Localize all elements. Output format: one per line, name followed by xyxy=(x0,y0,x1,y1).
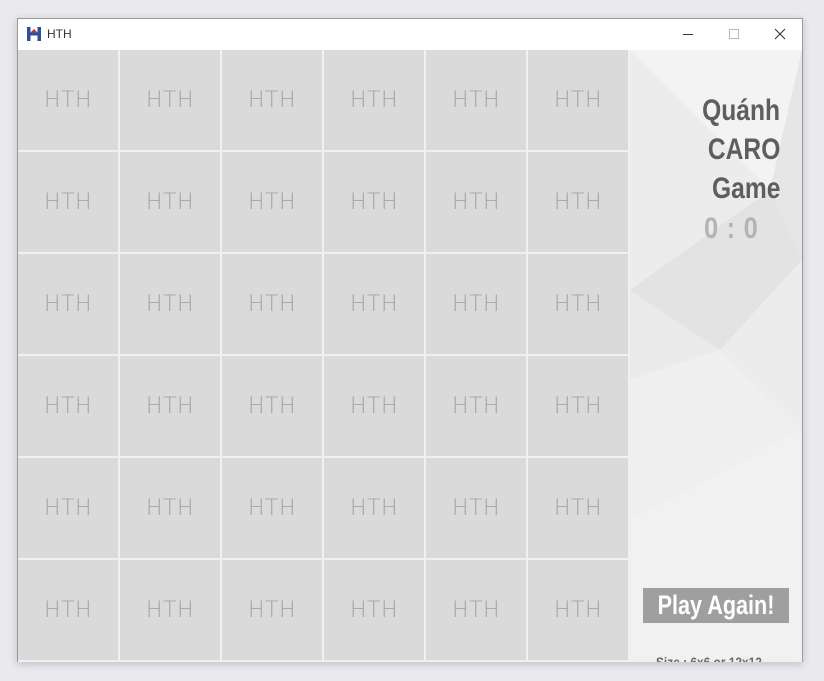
board-cell-r1-c3[interactable]: HTH xyxy=(222,50,322,150)
board-cell-r6-c3[interactable]: HTH xyxy=(222,560,322,660)
size-or: or xyxy=(713,654,726,662)
maximize-button[interactable] xyxy=(711,19,757,50)
close-icon xyxy=(774,25,786,44)
size-prefix: Size : xyxy=(656,654,688,662)
window-title: HTH xyxy=(47,27,72,41)
board-cell-r1-c2[interactable]: HTH xyxy=(120,50,220,150)
board-cell-r5-c5[interactable]: HTH xyxy=(426,458,526,558)
board-cell-r5-c6[interactable]: HTH xyxy=(528,458,628,558)
maximize-icon xyxy=(728,25,740,44)
board-cell-r3-c4[interactable]: HTH xyxy=(324,254,424,354)
board-cell-r5-c2[interactable]: HTH xyxy=(120,458,220,558)
score-display: 0 : 0 xyxy=(704,212,758,246)
score-separator: : xyxy=(726,212,736,245)
board-cell-r5-c1[interactable]: HTH xyxy=(18,458,118,558)
board-cell-r4-c2[interactable]: HTH xyxy=(120,356,220,456)
board-cell-r4-c3[interactable]: HTH xyxy=(222,356,322,456)
board-cell-r3-c2[interactable]: HTH xyxy=(120,254,220,354)
side-panel: Quánh CARO Game 0 : 0 Play Again! Size :… xyxy=(630,50,802,662)
board-cell-r1-c5[interactable]: HTH xyxy=(426,50,526,150)
board-cell-r6-c2[interactable]: HTH xyxy=(120,560,220,660)
board-cell-r2-c4[interactable]: HTH xyxy=(324,152,424,252)
minimize-button[interactable] xyxy=(665,19,711,50)
close-button[interactable] xyxy=(757,19,803,50)
player1-score: 0 xyxy=(704,212,719,245)
board-cell-r4-c4[interactable]: HTH xyxy=(324,356,424,456)
board-cell-r5-c4[interactable]: HTH xyxy=(324,458,424,558)
play-again-button[interactable]: Play Again! xyxy=(643,588,789,623)
board-cell-r1-c1[interactable]: HTH xyxy=(18,50,118,150)
play-again-label: Play Again! xyxy=(657,590,775,620)
game-title-line-2: CARO xyxy=(707,133,780,166)
board-cell-r1-c6[interactable]: HTH xyxy=(528,50,628,150)
size-option-12x12[interactable]: 12x12 xyxy=(729,654,762,662)
board-cell-r6-c6[interactable]: HTH xyxy=(528,560,628,660)
board-cell-r3-c5[interactable]: HTH xyxy=(426,254,526,354)
board-cell-r3-c3[interactable]: HTH xyxy=(222,254,322,354)
hth-logo-icon xyxy=(26,26,42,42)
board-cell-r4-c5[interactable]: HTH xyxy=(426,356,526,456)
board-cell-r4-c6[interactable]: HTH xyxy=(528,356,628,456)
game-title-line-3: Game xyxy=(711,172,780,205)
board-cell-r6-c5[interactable]: HTH xyxy=(426,560,526,660)
game-window: HTH HTH HTH HTH HTH HTH HTH HTH HTH HTH HTH HTH HTH… xyxy=(17,18,803,662)
board-cell-r1-c4[interactable]: HTH xyxy=(324,50,424,150)
minimize-icon xyxy=(682,25,694,44)
board-cell-r5-c3[interactable]: HTH xyxy=(222,458,322,558)
game-title-line-1: Quánh xyxy=(702,94,780,127)
board-cell-r2-c1[interactable]: HTH xyxy=(18,152,118,252)
size-option-6x6[interactable]: 6x6 xyxy=(690,654,710,662)
board-cell-r6-c1[interactable]: HTH xyxy=(18,560,118,660)
board-size-info: Size : 6x6 or 12x12 xyxy=(656,654,762,662)
game-board: HTH HTH HTH HTH HTH HTH HTH HTH HTH HTH HTH HTH HTH H… xyxy=(18,50,630,662)
board-cell-r2-c2[interactable]: HTH xyxy=(120,152,220,252)
board-cell-r6-c4[interactable]: HTH xyxy=(324,560,424,660)
board-cell-r4-c1[interactable]: HTH xyxy=(18,356,118,456)
title-bar[interactable]: HTH xyxy=(18,19,802,50)
board-cell-r2-c5[interactable]: HTH xyxy=(426,152,526,252)
board-cell-r2-c3[interactable]: HTH xyxy=(222,152,322,252)
board-cell-r2-c6[interactable]: HTH xyxy=(528,152,628,252)
board-cell-r3-c1[interactable]: HTH xyxy=(18,254,118,354)
player2-score: 0 xyxy=(743,212,758,245)
board-cell-r3-c6[interactable]: HTH xyxy=(528,254,628,354)
